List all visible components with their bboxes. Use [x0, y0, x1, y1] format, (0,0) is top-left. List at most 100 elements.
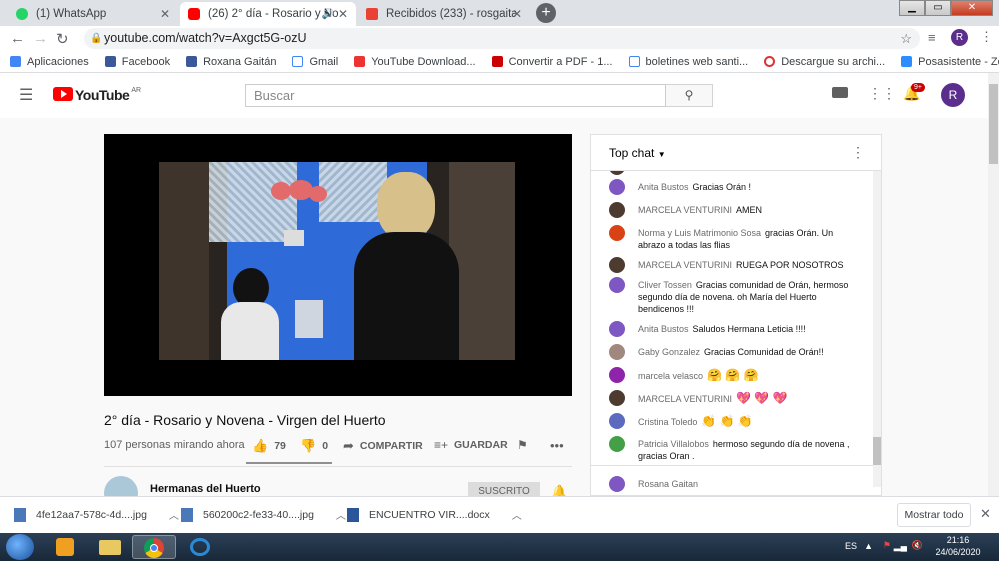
subscribe-button[interactable]: SUSCRITO — [468, 482, 540, 496]
channel-avatar[interactable] — [104, 476, 138, 496]
speaker-icon[interactable]: 🔊 — [322, 9, 334, 20]
bookmark-youtube-download[interactable]: YouTube Download... — [354, 56, 476, 68]
clock-date[interactable]: 24/06/2020 — [933, 547, 983, 557]
start-button[interactable] — [6, 534, 34, 560]
channel-name[interactable]: Hermanas del Huerto — [150, 483, 261, 495]
more-dots-icon: ••• — [550, 438, 564, 453]
zoom-icon — [901, 56, 913, 67]
back-icon[interactable]: ← — [10, 30, 25, 47]
chat-message: Anita Bustos Saludos Hermana Leticia !!!! — [609, 321, 859, 337]
apps-grid-icon[interactable]: ⋮⋮ — [868, 85, 896, 102]
close-icon[interactable]: ✕ — [980, 506, 991, 522]
chrome-icon[interactable] — [132, 535, 176, 559]
facebook-icon — [104, 56, 116, 67]
chevron-up-icon[interactable]: ︿ — [512, 507, 522, 522]
chat-message: MARCELA VENTURINI RUEGA POR NOSOTROS — [609, 257, 859, 273]
bookmark-facebook[interactable]: Facebook — [104, 56, 170, 68]
download-item[interactable]: ENCUENTRO VIR....docx ︿ — [347, 507, 522, 522]
profile-avatar[interactable]: R — [951, 29, 968, 46]
bookmark-label: Gmail — [309, 55, 339, 68]
image-file-icon — [181, 507, 193, 522]
close-tab-icon[interactable]: ✕ — [512, 7, 522, 21]
bookmark-apps[interactable]: Aplicaciones — [10, 56, 89, 68]
chat-author: MARCELA VENTURINI — [638, 394, 733, 404]
bookmark-descargue[interactable]: Descargue su archi... — [764, 56, 885, 68]
chat-message: marcela velasco 🤗 🤗 🤗 — [609, 367, 859, 383]
search-input[interactable]: Buscar — [245, 84, 666, 107]
bookmark-label: Descargue su archi... — [781, 55, 886, 68]
chat-message: Anita Bustos Gracias Orán ! — [609, 179, 859, 195]
save-button[interactable]: ≡+ GUARDAR — [434, 438, 508, 452]
security-icon[interactable]: ⚑ — [883, 540, 891, 551]
reload-icon[interactable]: ↻ — [56, 30, 69, 48]
google-icon — [292, 56, 304, 67]
chat-mode-dropdown[interactable]: Top chat ▼ — [609, 146, 666, 160]
avatar — [609, 179, 625, 195]
chat-scroll-thumb[interactable] — [873, 437, 881, 465]
avatar — [609, 321, 625, 337]
bookmark-pdf[interactable]: Convertir a PDF - 1... — [491, 55, 613, 68]
add-to-playlist-icon: ≡+ — [434, 438, 449, 452]
image-file-icon — [14, 507, 26, 522]
dislike-button[interactable]: 👎 0 — [300, 438, 328, 454]
avatar — [609, 367, 625, 383]
page-scroll-thumb[interactable] — [989, 84, 998, 164]
chat-header: Top chat ▼ ⋮ — [591, 135, 881, 171]
language-indicator[interactable]: ES — [845, 541, 857, 551]
chat-message: MARCELA VENTURINI 💖 💖 💖 — [609, 390, 859, 406]
clock-time[interactable]: 21:16 — [933, 535, 983, 545]
search-button[interactable]: ⚲ — [666, 84, 713, 107]
tab-whatsapp[interactable]: (1) WhatsApp ✕ — [8, 2, 178, 26]
viewer-count: 107 personas mirando ahora — [104, 439, 245, 451]
tab-youtube[interactable]: (26) 2° día - Rosario y Noven 🔊 ✕ — [180, 2, 356, 26]
network-icon[interactable]: ▂▄ — [894, 541, 907, 552]
word-file-icon — [347, 507, 359, 522]
media-player-icon[interactable] — [44, 535, 88, 559]
bookmark-zoom[interactable]: Posasistente - Zoom — [901, 56, 999, 68]
file-explorer-icon[interactable] — [88, 535, 132, 559]
menu-dots-icon[interactable]: ⋮ — [980, 29, 993, 45]
minimize-button[interactable]: ▁ — [899, 0, 925, 16]
close-window-button[interactable]: ✕ — [951, 0, 993, 16]
chat-menu-icon[interactable]: ⋮ — [851, 144, 865, 161]
star-icon[interactable]: ☆ — [900, 28, 912, 49]
download-item[interactable]: 4fe12aa7-578c-4d....jpg ︿ — [14, 507, 179, 522]
chat-message: MARCELA VENTURINI AMEN — [609, 202, 859, 218]
playlist-icon[interactable]: ≡ — [928, 30, 936, 45]
video-frame — [159, 162, 515, 360]
bookmark-label: Convertir a PDF - 1... — [508, 55, 613, 68]
close-tab-icon[interactable]: ✕ — [338, 7, 348, 21]
url-input[interactable]: 🔒 youtube.com/watch?v=Axgct5G-ozU ☆ — [84, 28, 920, 49]
chat-input-row[interactable]: Rosana Gaitan — [609, 476, 859, 492]
close-tab-icon[interactable]: ✕ — [160, 7, 170, 21]
google-icon — [628, 56, 640, 67]
youtube-play-icon — [53, 87, 73, 101]
tray-arrow-icon[interactable]: ▲ — [864, 541, 873, 551]
internet-explorer-icon[interactable] — [178, 535, 222, 559]
new-tab-button[interactable]: + — [536, 3, 556, 23]
more-actions-button[interactable]: ••• — [550, 438, 564, 453]
hamburger-menu-icon[interactable]: ☰ — [19, 85, 33, 105]
window-controls: ▁ ▭ ✕ — [899, 0, 993, 16]
maximize-button[interactable]: ▭ — [925, 0, 951, 16]
bookmark-gmail[interactable]: Gmail — [292, 56, 338, 68]
like-button[interactable]: 👍 79 — [252, 438, 286, 454]
video-player[interactable] — [104, 134, 572, 396]
show-all-button[interactable]: Mostrar todo — [897, 503, 971, 527]
bookmark-boletines[interactable]: boletines web santi... — [628, 56, 748, 68]
channel-bell-icon[interactable]: 🔔 — [551, 484, 567, 496]
volume-icon[interactable]: 🔇 — [912, 540, 923, 551]
youtube-logo[interactable]: YouTube AR — [53, 87, 141, 103]
chevron-up-icon[interactable]: ︿ — [169, 507, 179, 522]
whatsapp-icon — [16, 8, 28, 20]
share-label: COMPARTIR — [359, 440, 423, 452]
user-avatar[interactable]: R — [941, 83, 965, 107]
create-video-icon[interactable] — [832, 87, 848, 98]
tab-gmail[interactable]: Recibidos (233) - rosgaita@gmai ✕ — [358, 2, 530, 26]
share-button[interactable]: ➦ COMPARTIR — [343, 438, 423, 454]
chevron-up-icon[interactable]: ︿ — [336, 507, 346, 522]
bookmark-roxana[interactable]: Roxana Gaitán — [186, 56, 276, 68]
report-button[interactable]: ⚑ — [517, 438, 528, 452]
forward-icon[interactable]: → — [33, 30, 48, 47]
download-item[interactable]: 560200c2-fe33-40....jpg ︿ — [181, 507, 346, 522]
